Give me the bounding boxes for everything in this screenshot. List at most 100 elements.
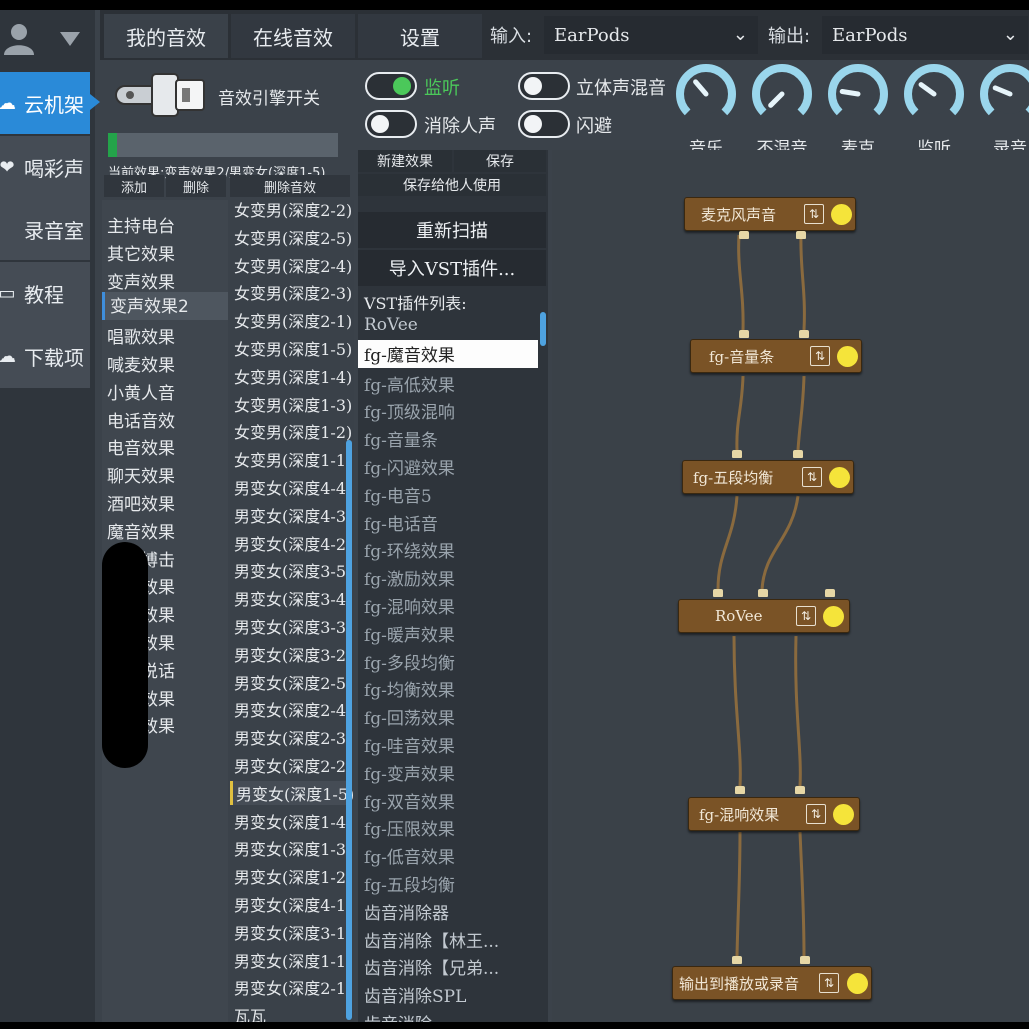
vst-plugin-item[interactable]: fg-顶级混响 <box>364 398 455 423</box>
effect-item[interactable]: 瓦瓦 <box>234 1003 266 1022</box>
effect-item[interactable]: 女变男(深度1-4) <box>234 364 352 388</box>
node-rovee[interactable]: RoVee ⇅ <box>678 599 850 633</box>
mixer-icon[interactable]: ⇅ <box>804 204 824 224</box>
vst-plugin-item[interactable]: fg-魔音效果 <box>358 339 538 368</box>
input-port[interactable] <box>793 450 803 458</box>
input-port[interactable] <box>825 589 835 597</box>
vst-plugin-item[interactable]: fg-低音效果 <box>364 843 455 868</box>
effect-item[interactable]: 男变女(深度1-1) <box>234 948 352 972</box>
effect-item[interactable]: 男变女(深度2-5) <box>234 670 352 694</box>
save-share-button[interactable]: 保存给他人使用 <box>358 174 546 196</box>
category-item[interactable]: 电音效果 <box>107 434 175 459</box>
node-volume-bar[interactable]: fg-音量条 ⇅ <box>690 339 862 373</box>
vst-plugin-item[interactable]: 齿音消除SPL <box>364 982 466 1007</box>
effect-item[interactable]: 男变女(深度4-2) <box>234 531 352 555</box>
vst-plugin-item[interactable]: fg-变声效果 <box>364 760 455 785</box>
mixer-icon[interactable]: ⇅ <box>802 467 822 487</box>
output-device-select[interactable]: EarPods ⌄ <box>822 16 1028 54</box>
vst-plugin-item[interactable]: fg-均衡效果 <box>364 676 455 701</box>
mixer-icon[interactable]: ⇅ <box>806 804 826 824</box>
input-port[interactable] <box>739 330 749 338</box>
new-effect-button[interactable]: 新建效果 <box>358 150 452 172</box>
rescan-button[interactable]: 重新扫描 <box>358 212 546 248</box>
effect-item[interactable]: 男变女(深度2-3) <box>234 725 352 749</box>
vst-plugin-item[interactable]: 齿音消除器 <box>364 899 449 924</box>
vst-list-scrollbar[interactable] <box>540 312 546 346</box>
import-vst-button[interactable]: 导入VST插件... <box>358 250 546 286</box>
vst-plugin-item[interactable]: fg-哇音效果 <box>364 732 455 757</box>
input-port[interactable] <box>795 786 805 794</box>
vst-plugin-item[interactable]: fg-环绕效果 <box>364 537 455 562</box>
effect-list-scrollbar[interactable] <box>346 440 352 1020</box>
effect-item[interactable]: 男变女(深度2-4) <box>234 697 352 721</box>
vst-plugin-item[interactable]: RoVee <box>364 315 418 335</box>
effect-item[interactable]: 男变女(深度1-3) <box>234 836 352 860</box>
nav-item-cloud-rack[interactable]: ☁ 云机架 <box>0 72 90 134</box>
vst-plugin-item[interactable]: 齿音消除【兄弟... <box>364 954 499 979</box>
vst-plugin-item[interactable]: fg-电音5 <box>364 482 432 507</box>
output-port[interactable] <box>739 231 749 239</box>
engine-switch-icon[interactable] <box>112 72 208 118</box>
category-item[interactable]: 变声效果2 <box>102 292 228 321</box>
input-port[interactable] <box>758 589 768 597</box>
delete-effect-button[interactable]: 删除音效 <box>230 175 350 197</box>
add-button[interactable]: 添加 <box>104 175 164 197</box>
stereo-mix-toggle[interactable] <box>518 72 570 100</box>
delete-button[interactable]: 删除 <box>166 175 226 197</box>
category-item[interactable]: 电话音效 <box>107 407 175 432</box>
vst-plugin-item[interactable]: fg-回荡效果 <box>364 704 455 729</box>
effect-item[interactable]: 男变女(深度3-1) <box>234 920 352 944</box>
vst-plugin-item[interactable]: fg-激励效果 <box>364 565 455 590</box>
input-port[interactable] <box>735 786 745 794</box>
mixer-icon[interactable]: ⇅ <box>819 973 839 993</box>
effect-item[interactable]: 女变男(深度1-2) <box>234 419 352 443</box>
effect-item[interactable]: 男变女(深度3-5) <box>234 558 352 582</box>
node-reverb[interactable]: fg-混响效果 ⇅ <box>688 797 860 831</box>
effect-item[interactable]: 男变女(深度3-3) <box>234 614 352 638</box>
node-mic-input[interactable]: 麦克风声音 ⇅ <box>684 197 856 231</box>
effect-item[interactable]: 男变女(深度3-2) <box>234 642 352 666</box>
vst-plugin-item[interactable]: fg-混响效果 <box>364 593 455 618</box>
ducking-toggle[interactable] <box>518 110 570 138</box>
effect-item[interactable]: 女变男(深度1-1) <box>234 447 352 471</box>
category-item[interactable]: 其它效果 <box>107 240 175 265</box>
category-item[interactable]: 小黄人音 <box>107 379 175 404</box>
effect-item[interactable]: 男变女(深度1-5) <box>230 780 354 805</box>
node-output[interactable]: 输出到播放或录音 ⇅ <box>672 966 872 1000</box>
category-item[interactable]: 魔音效果 <box>107 518 175 543</box>
mixer-icon[interactable]: ⇅ <box>810 346 830 366</box>
dropdown-triangle-icon[interactable] <box>60 32 80 46</box>
effect-item[interactable]: 女变男(深度2-1) <box>234 308 352 332</box>
vst-plugin-item[interactable]: fg-闪避效果 <box>364 454 455 479</box>
effect-item[interactable]: 男变女(深度4-3) <box>234 503 352 527</box>
music-knob[interactable]: 音乐 <box>674 62 738 162</box>
remove-vocals-toggle[interactable] <box>365 110 417 138</box>
mixer-icon[interactable]: ⇅ <box>796 606 816 626</box>
effect-item[interactable]: 女变男(深度1-5) <box>234 336 352 360</box>
input-port[interactable] <box>800 956 810 964</box>
vst-plugin-item[interactable]: fg-双音效果 <box>364 788 455 813</box>
category-item[interactable]: 聊天效果 <box>107 462 175 487</box>
effect-item[interactable]: 女变男(深度2-5) <box>234 225 352 249</box>
input-device-select[interactable]: EarPods ⌄ <box>544 16 758 54</box>
monitor-knob[interactable]: 监听 <box>902 62 966 162</box>
output-port[interactable] <box>796 231 806 239</box>
category-item[interactable]: 变声效果 <box>107 268 175 293</box>
input-port[interactable] <box>799 330 809 338</box>
mic-knob[interactable]: 麦克 <box>826 62 890 162</box>
category-item[interactable]: 唱歌效果 <box>107 323 175 348</box>
tab-settings[interactable]: 设置 <box>358 14 482 58</box>
effect-item[interactable]: 女变男(深度1-3) <box>234 392 352 416</box>
category-item[interactable]: 酒吧效果 <box>107 490 175 515</box>
vst-plugin-item[interactable]: fg-暖声效果 <box>364 621 455 646</box>
vst-plugin-item[interactable]: fg-五段均衡 <box>364 871 455 896</box>
input-port[interactable] <box>713 589 723 597</box>
tab-my-effects[interactable]: 我的音效 <box>104 14 228 58</box>
input-port[interactable] <box>732 956 742 964</box>
effect-item[interactable]: 男变女(深度1-4) <box>234 809 352 833</box>
vst-plugin-item[interactable]: 齿音消除 <box>364 1010 432 1022</box>
vst-plugin-item[interactable]: fg-多段均衡 <box>364 649 455 674</box>
category-item[interactable]: 主持电台 <box>107 212 175 237</box>
effect-item[interactable]: 男变女(深度2-2) <box>234 753 352 777</box>
effect-item[interactable]: 女变男(深度2-3) <box>234 280 352 304</box>
